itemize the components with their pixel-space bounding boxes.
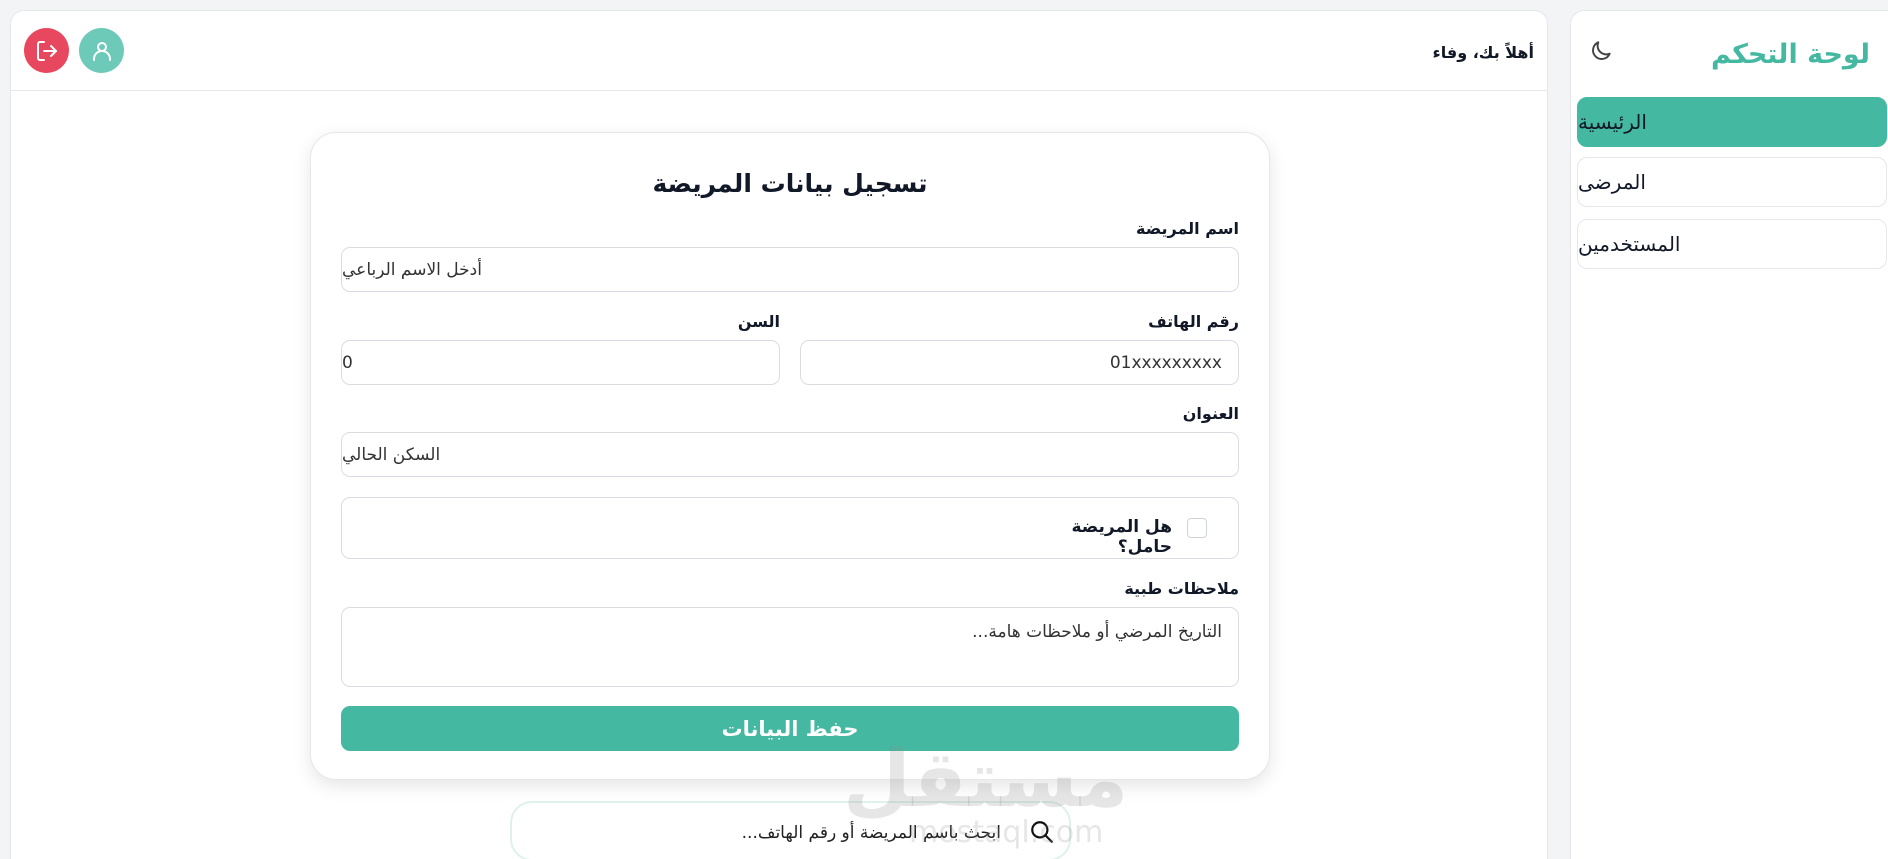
sidebar-item-home[interactable]: الرئيسية [1577,97,1887,147]
phone-label: رقم الهاتف [1148,312,1239,331]
name-label: اسم المريضة [1136,219,1239,238]
name-input[interactable]: أدخل الاسم الرباعي [341,247,1239,292]
notes-textarea[interactable]: التاريخ المرضي أو ملاحظات هامة... [341,607,1239,687]
logout-button[interactable] [24,28,69,73]
age-input[interactable]: 0 [341,340,780,385]
profile-button[interactable] [79,28,124,73]
address-input[interactable]: السكن الحالي [341,432,1239,477]
logout-icon [36,40,57,61]
main-panel: أهلاً بك، وفاء تسجيل بيانات المريضة اسم … [10,10,1548,859]
address-label: العنوان [1182,404,1239,423]
notes-label: ملاحظات طبية [1124,579,1239,598]
sidebar-item-users[interactable]: المستخدمين [1577,219,1887,269]
patient-form-card: تسجيل بيانات المريضة اسم المريضة أدخل ال… [310,132,1270,780]
phone-input[interactable]: 01xxxxxxxxx [800,340,1239,385]
top-bar: أهلاً بك، وفاء [11,11,1547,91]
pregnant-label: هل المريضة حامل؟ [1071,517,1172,557]
search-icon [1031,821,1053,843]
search-box[interactable]: ابحث باسم المريضة أو رقم الهاتف... [510,801,1071,859]
user-icon [92,41,111,61]
sidebar: لوحة التحكم الرئيسية المرضى المستخدمين [1570,10,1888,859]
pregnant-checkbox[interactable] [1187,518,1207,538]
save-button[interactable]: حفظ البيانات [341,706,1239,751]
form-title: تسجيل بيانات المريضة [652,169,928,198]
sidebar-title: لوحة التحكم [1710,39,1870,70]
age-label: السن [737,312,780,331]
pregnant-box: هل المريضة حامل؟ [341,497,1239,559]
moon-icon[interactable] [1588,38,1614,64]
sidebar-item-patients[interactable]: المرضى [1577,157,1887,207]
greeting-text: أهلاً بك، وفاء [1432,43,1534,62]
search-input[interactable]: ابحث باسم المريضة أو رقم الهاتف... [742,823,1001,843]
